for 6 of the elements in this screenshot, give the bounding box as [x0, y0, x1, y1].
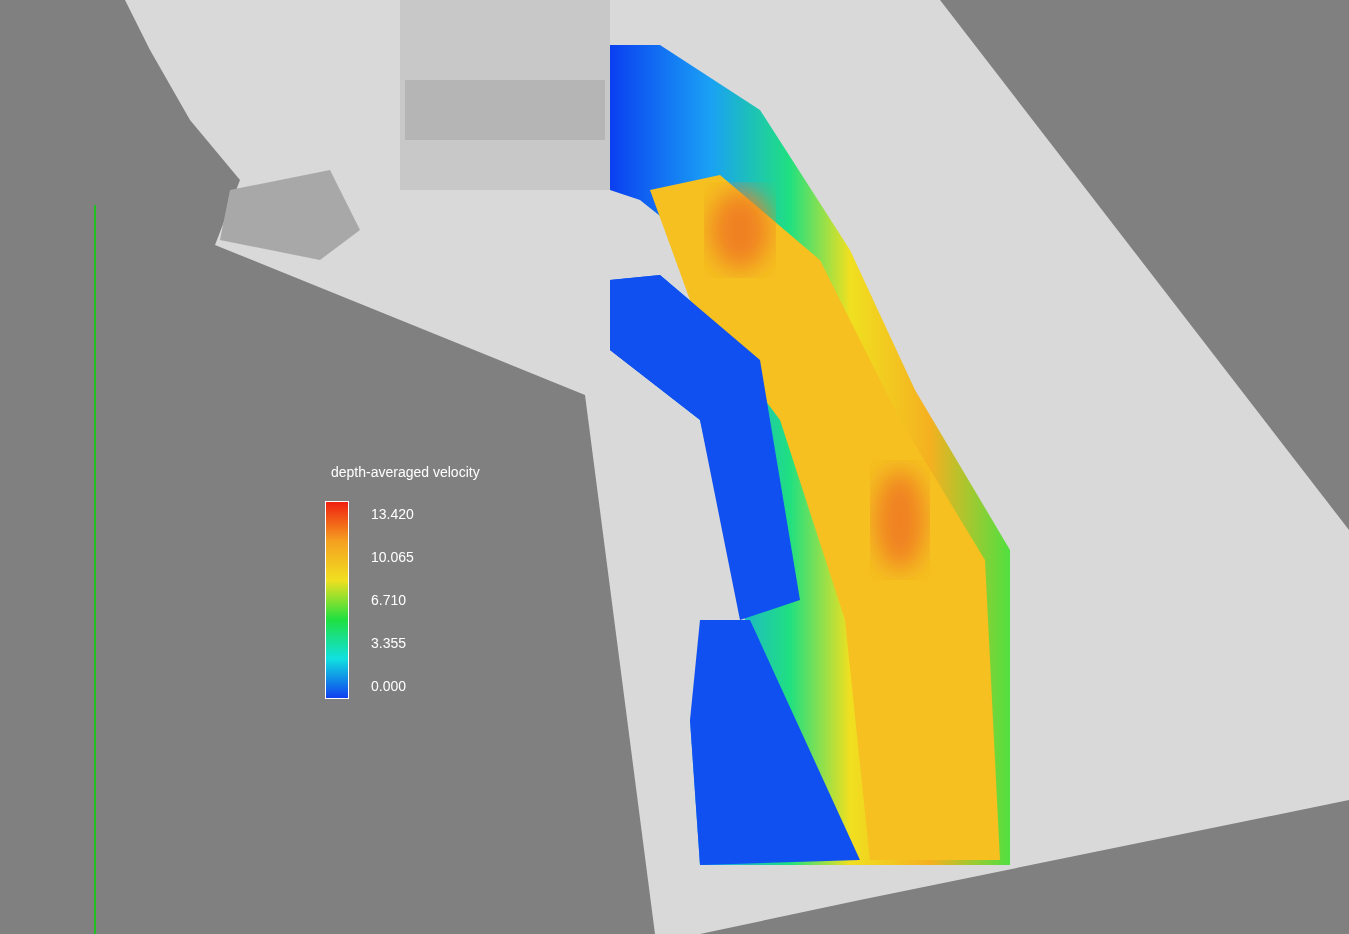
- scale-tick-label: 3.355: [371, 636, 408, 650]
- scale-tick-label: 6.710: [371, 593, 408, 607]
- scale-tick-label: 0.000: [371, 679, 408, 693]
- legend-title: depth-averaged velocity: [331, 463, 480, 482]
- scale-tick-label: 13.420: [371, 507, 414, 521]
- scale-tick-label: 10.065: [371, 550, 414, 564]
